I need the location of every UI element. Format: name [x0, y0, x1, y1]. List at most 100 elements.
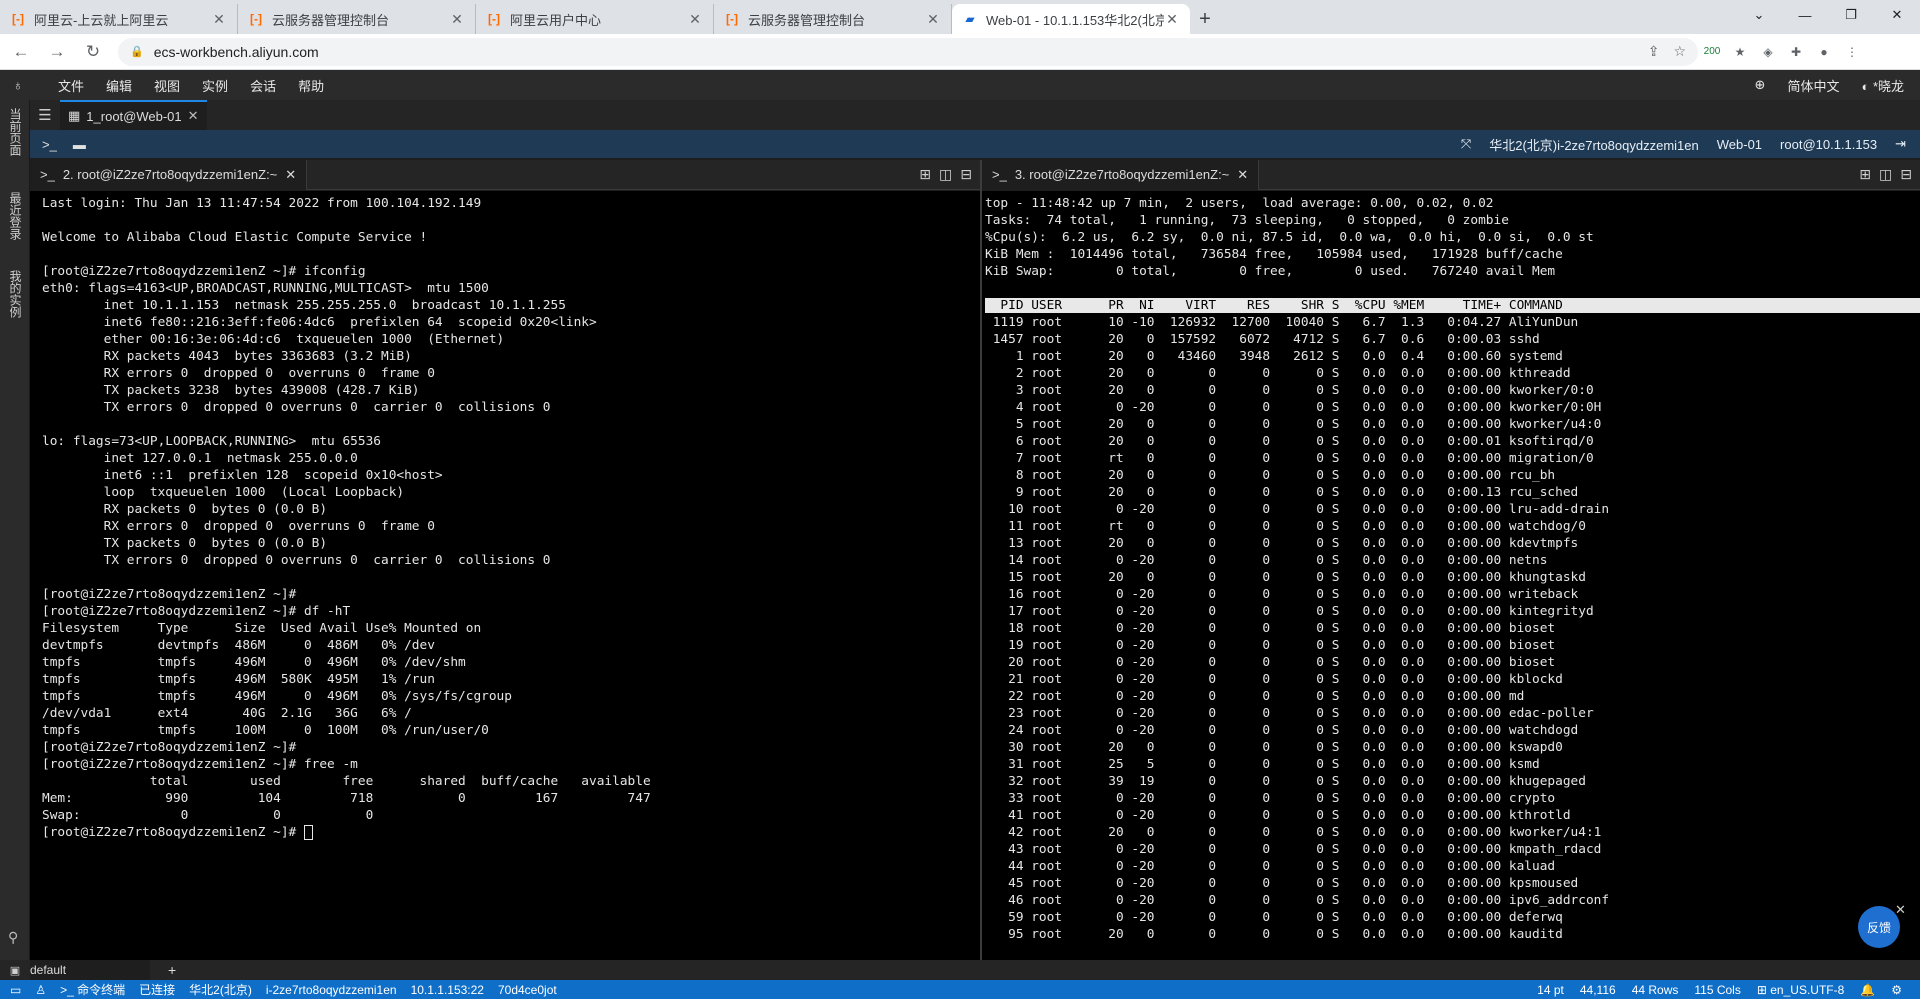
- window-controls: ⌄ — ❐ ✕: [1736, 0, 1920, 30]
- terminal-prompt-icon[interactable]: >_: [42, 137, 57, 152]
- terminal-right[interactable]: top - 11:48:42 up 7 min, 2 users, load a…: [982, 191, 1920, 960]
- pane-tab-label: 2. root@iZ2ze7rto8oqydzzemi1enZ:~: [62, 167, 278, 182]
- workspace-tab[interactable]: default: [30, 960, 150, 980]
- browser-toolbar: ← → ↻ 🔒 ecs-workbench.aliyun.com ⇪ ☆ 200…: [0, 34, 1920, 70]
- logout-icon[interactable]: ⇥: [1895, 136, 1906, 152]
- top-header-row: PID USER PR NI VIRT RES SHR S %CPU %MEM …: [985, 298, 1920, 313]
- close-icon[interactable]: ✕: [1237, 167, 1248, 183]
- close-icon[interactable]: ✕: [687, 11, 703, 28]
- menu-file[interactable]: 文件: [58, 76, 84, 95]
- rail-label: 当前页面: [8, 108, 22, 156]
- encoding-selector[interactable]: ⊞ en_US.UTF-8: [1757, 983, 1844, 997]
- minimize-icon[interactable]: —: [1782, 0, 1828, 30]
- left-rail: 当前页面 最近登录 我的实例 ⚲: [0, 100, 30, 960]
- instance-region: 华北2(北京)i-2ze7rto8oqydzzemi1en: [1489, 137, 1699, 153]
- split-vertical-icon[interactable]: ◫: [1879, 166, 1892, 183]
- browser-tab-3[interactable]: [-] 阿里云用户中心 ✕: [476, 4, 714, 34]
- aliyun-icon: [-]: [488, 12, 500, 26]
- browser-tab-label: Web-01 - 10.1.1.153华北2(北京): [986, 12, 1164, 28]
- terminal-status[interactable]: >_ 命令终端: [60, 981, 125, 998]
- left-pane-tab[interactable]: >_ 2. root@iZ2ze7rto8oqydzzemi1enZ:~ ✕: [30, 159, 308, 190]
- close-icon[interactable]: ✕: [449, 11, 465, 28]
- add-workspace-button[interactable]: +: [168, 962, 176, 978]
- browser-tab-label: 云服务器管理控制台: [748, 12, 866, 28]
- menu-edit[interactable]: 编辑: [106, 76, 132, 95]
- workbench-icon: ▰: [965, 12, 975, 26]
- fullscreen-icon[interactable]: ⤧: [1461, 136, 1471, 152]
- close-window-icon[interactable]: ✕: [1874, 0, 1920, 30]
- close-icon[interactable]: ✕: [1895, 902, 1906, 918]
- puzzle-icon[interactable]: ✚: [1782, 38, 1810, 66]
- pin-icon[interactable]: ⚲: [8, 929, 18, 946]
- split-horizontal-icon[interactable]: ⊟: [1900, 166, 1912, 183]
- notification-icon[interactable]: 🔔: [1860, 983, 1875, 997]
- language-selector[interactable]: 简体中文: [1787, 76, 1839, 95]
- rail-item-current-page[interactable]: 当前页面: [7, 108, 24, 156]
- list-icon[interactable]: ☰: [30, 106, 60, 124]
- split-horizontal-icon[interactable]: ⊟: [960, 166, 972, 183]
- browser-tab-5[interactable]: ▰ Web-01 - 10.1.1.153华北2(北京) ✕: [952, 4, 1190, 34]
- url-text: ecs-workbench.aliyun.com: [153, 43, 319, 60]
- split-add-icon[interactable]: ⊞: [1859, 166, 1871, 183]
- split-add-icon[interactable]: ⊞: [919, 166, 931, 183]
- close-icon[interactable]: ✕: [188, 108, 199, 124]
- connection-status: 已连接: [139, 983, 176, 997]
- row-count: 44 Rows: [1631, 982, 1679, 997]
- tab-search-icon[interactable]: ⌄: [1736, 0, 1782, 30]
- browser-tab-label: 阿里云-上云就上阿里云: [34, 12, 169, 28]
- reload-icon[interactable]: ↻: [78, 37, 108, 67]
- profile-icon[interactable]: ●: [1810, 38, 1838, 66]
- back-icon[interactable]: ←: [6, 37, 36, 67]
- extension-badge[interactable]: 200: [1698, 38, 1726, 66]
- add-circle-icon[interactable]: ⊕: [1755, 77, 1766, 93]
- browser-tab-2[interactable]: [-] 云服务器管理控制台 ✕: [238, 4, 476, 34]
- settings-icon[interactable]: ⚙: [1891, 983, 1902, 997]
- monitor-icon[interactable]: ▭: [10, 983, 21, 997]
- right-pane-header: >_ 3. root@iZ2ze7rto8oqydzzemi1enZ:~ ✕ ⊞…: [982, 159, 1920, 190]
- address-bar[interactable]: 🔒 ecs-workbench.aliyun.com ⇪ ☆: [118, 37, 1698, 66]
- more-menu-icon[interactable]: ⋮: [1838, 38, 1866, 66]
- browser-tab-1[interactable]: [-] 阿里云-上云就上阿里云 ✕: [0, 4, 238, 34]
- status-instance: i-2ze7rto8oqydzzemi1en: [265, 982, 397, 997]
- close-icon[interactable]: ✕: [925, 11, 941, 28]
- menu-help[interactable]: 帮助: [298, 76, 324, 95]
- col-count: 115 Cols: [1694, 982, 1741, 997]
- share-icon[interactable]: ⇪: [1648, 43, 1660, 60]
- status-address: 10.1.1.153:22: [410, 982, 484, 997]
- terminal-output: Last login: Thu Jan 13 11:47:54 2022 fro…: [42, 196, 651, 823]
- session-tab[interactable]: ▦ 1_root@Web-01 ✕: [60, 100, 207, 130]
- font-size[interactable]: 14 pt: [1537, 983, 1564, 997]
- aliyun-icon: [-]: [726, 12, 738, 26]
- user-icon[interactable]: ♙: [35, 983, 46, 997]
- extension-icon[interactable]: ◈: [1754, 38, 1782, 66]
- workspace-icon[interactable]: ▣: [0, 964, 30, 977]
- bookmark-star-icon[interactable]: ☆: [1673, 43, 1686, 60]
- close-icon[interactable]: ✕: [211, 11, 227, 28]
- close-icon[interactable]: ✕: [285, 167, 296, 183]
- new-tab-button[interactable]: +: [1190, 4, 1220, 34]
- folder-icon[interactable]: ▬: [73, 137, 86, 152]
- terminal-left[interactable]: Last login: Thu Jan 13 11:47:54 2022 fro…: [30, 191, 980, 960]
- aliyun-icon: [-]: [250, 12, 262, 26]
- user-menu[interactable]: ◐ *晓龙: [1861, 76, 1904, 95]
- rail-item-my-instances[interactable]: 我的实例: [7, 270, 24, 318]
- menu-view[interactable]: 视图: [154, 76, 180, 95]
- browser-tab-label: 阿里云用户中心: [510, 12, 602, 28]
- restore-icon[interactable]: ❐: [1828, 0, 1874, 30]
- split-vertical-icon[interactable]: ◫: [939, 166, 952, 183]
- encoding-label: en_US.UTF-8: [1770, 982, 1845, 997]
- feedback-button[interactable]: 反馈: [1858, 906, 1900, 948]
- rail-item-recent-login[interactable]: 最近登录: [7, 192, 24, 240]
- right-pane-tab[interactable]: >_ 3. root@iZ2ze7rto8oqydzzemi1enZ:~ ✕: [982, 159, 1260, 190]
- terminal-label: 命令终端: [77, 983, 126, 997]
- browser-tab-label: 云服务器管理控制台: [272, 12, 390, 28]
- lock-icon: 🔒: [130, 46, 144, 58]
- forward-icon[interactable]: →: [42, 37, 72, 67]
- menu-session[interactable]: 会话: [250, 76, 276, 95]
- browser-tab-4[interactable]: [-] 云服务器管理控制台 ✕: [714, 4, 952, 34]
- instance-user: root@10.1.1.153: [1780, 136, 1878, 152]
- status-region: 华北2(北京): [189, 983, 252, 997]
- reading-list-icon[interactable]: ★: [1726, 38, 1754, 66]
- close-icon[interactable]: ✕: [1164, 11, 1180, 28]
- menu-instance[interactable]: 实例: [202, 76, 228, 95]
